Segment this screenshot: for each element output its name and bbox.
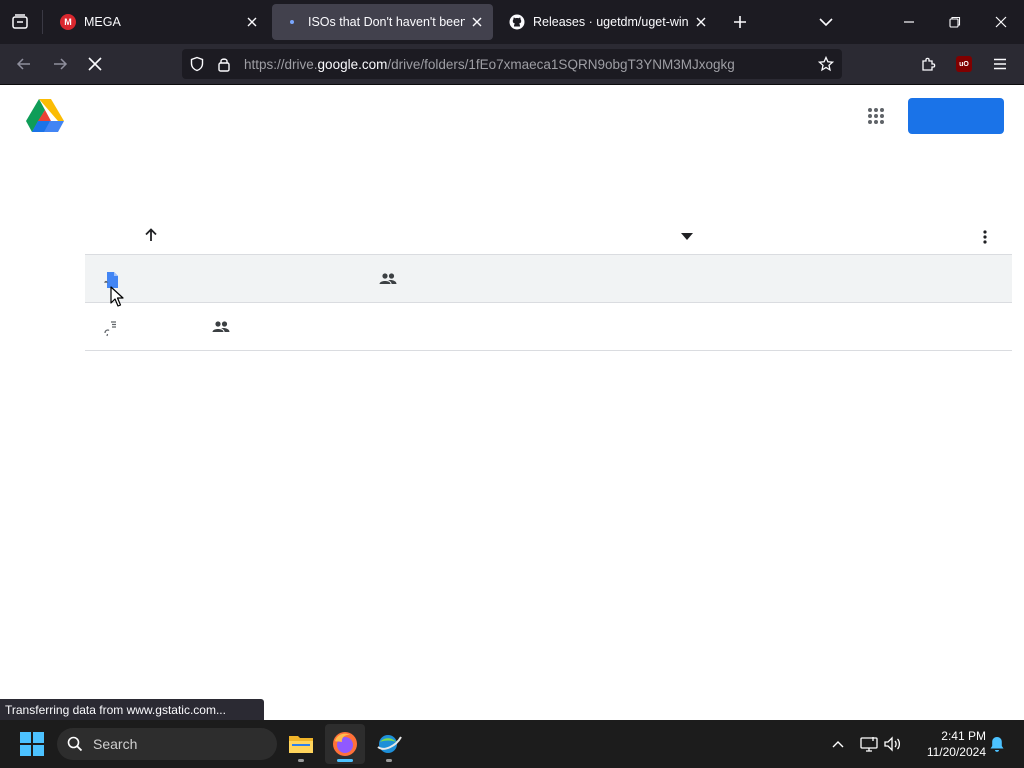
file-explorer-icon: [289, 736, 313, 753]
search-placeholder: Search: [93, 736, 138, 752]
firefox-view-button[interactable]: [6, 8, 34, 36]
more-options-button[interactable]: [973, 225, 997, 249]
back-button[interactable]: [9, 50, 39, 78]
forward-button[interactable]: [45, 50, 75, 78]
firefox-view-icon: [12, 14, 28, 29]
tab-github-releases[interactable]: Releases · ugetdm/uget-windo: [497, 4, 717, 40]
speaker-icon: [884, 736, 901, 752]
puzzle-icon: [922, 57, 936, 71]
close-tab-icon[interactable]: [465, 10, 489, 34]
list-all-tabs-button[interactable]: [814, 10, 838, 34]
arrow-left-icon: [16, 58, 30, 70]
loading-file-icon: [103, 319, 121, 337]
column-options-dropdown[interactable]: [679, 229, 695, 243]
stop-icon: [88, 57, 102, 71]
taskbar-firefox[interactable]: [325, 724, 365, 764]
network-app-icon: [377, 735, 402, 753]
arrow-up-icon: [145, 228, 157, 241]
taskbar-search[interactable]: Search: [57, 728, 277, 760]
show-hidden-icons-button[interactable]: [826, 732, 850, 756]
loading-dot-icon: [284, 14, 300, 30]
ublock-origin-icon: uO: [956, 56, 972, 72]
taskbar-clock[interactable]: 2:41 PM 11/20/2024: [912, 728, 986, 760]
ublock-origin-button[interactable]: uO: [949, 50, 979, 78]
volume-button[interactable]: [881, 732, 905, 756]
file-row[interactable]: [85, 255, 1012, 303]
close-tab-icon[interactable]: [240, 10, 264, 34]
close-tab-icon[interactable]: [689, 10, 713, 34]
new-tab-button[interactable]: [728, 10, 752, 34]
clock-time: 2:41 PM: [941, 729, 986, 743]
tab-mega[interactable]: M MEGA: [48, 4, 268, 40]
tracking-protection-icon[interactable]: [185, 52, 209, 76]
tab-title: Releases · ugetdm/uget-windo: [533, 15, 689, 29]
app-menu-button[interactable]: [985, 50, 1015, 78]
plus-icon: [734, 16, 746, 28]
status-panel: Transferring data from www.gstatic.com..…: [0, 699, 264, 721]
mouse-cursor-icon: [110, 286, 124, 307]
start-button[interactable]: [12, 728, 52, 760]
notifications-button[interactable]: [985, 732, 1009, 756]
stop-loading-button[interactable]: [80, 50, 110, 78]
google-drive-icon: [26, 99, 64, 132]
restore-icon: [949, 16, 961, 28]
shared-people-icon: [211, 317, 231, 337]
chevron-down-icon: [819, 18, 833, 27]
file-row[interactable]: [85, 303, 1012, 351]
more-vertical-icon: [983, 230, 987, 244]
tab-drive-folder[interactable]: ISOs that Don't haven't been up: [272, 4, 493, 40]
address-bar[interactable]: https://drive.google.com/drive/folders/1…: [182, 49, 842, 79]
github-icon: [509, 14, 525, 30]
minimize-icon: [904, 21, 914, 23]
lock-icon[interactable]: [212, 52, 236, 76]
mega-logo-icon: M: [60, 14, 76, 30]
close-window-button[interactable]: [978, 0, 1024, 44]
google-drive-logo[interactable]: [26, 99, 64, 133]
browser-tab-strip: M MEGA ISOs that Don't haven't been up R…: [0, 0, 1024, 44]
taskbar-file-explorer[interactable]: [281, 724, 321, 764]
bell-icon: [990, 736, 1004, 752]
url-text[interactable]: https://drive.google.com/drive/folders/1…: [244, 57, 812, 72]
close-icon: [995, 16, 1007, 28]
windows-taskbar: Search 2:41 PM 11/20/2024: [0, 720, 1024, 768]
sign-in-button[interactable]: [908, 98, 1004, 134]
hamburger-menu-icon: [994, 58, 1006, 70]
bookmark-star-icon[interactable]: [812, 50, 840, 78]
grid-apps-icon: [868, 108, 884, 124]
google-apps-button[interactable]: [860, 100, 892, 132]
file-list-header: [85, 215, 1012, 255]
restore-button[interactable]: [932, 0, 978, 44]
tab-title: MEGA: [84, 15, 121, 29]
network-status-button[interactable]: [857, 732, 881, 756]
shared-people-icon: [378, 269, 398, 289]
network-monitor-icon: [860, 737, 878, 752]
caret-down-icon: [681, 232, 693, 240]
tab-separator: [42, 10, 43, 34]
tab-title: ISOs that Don't haven't been up: [308, 15, 465, 29]
minimize-button[interactable]: [886, 0, 932, 44]
navigation-toolbar: https://drive.google.com/drive/folders/1…: [0, 44, 1024, 85]
windows-logo-icon: [20, 732, 44, 756]
sort-direction-button[interactable]: [143, 227, 159, 243]
taskbar-network-app[interactable]: [369, 724, 409, 764]
arrow-right-icon: [54, 58, 68, 70]
clock-date: 11/20/2024: [926, 745, 986, 759]
extensions-button[interactable]: [913, 50, 943, 78]
search-icon: [65, 734, 85, 754]
chevron-up-icon: [832, 741, 844, 748]
firefox-icon: [333, 732, 357, 756]
